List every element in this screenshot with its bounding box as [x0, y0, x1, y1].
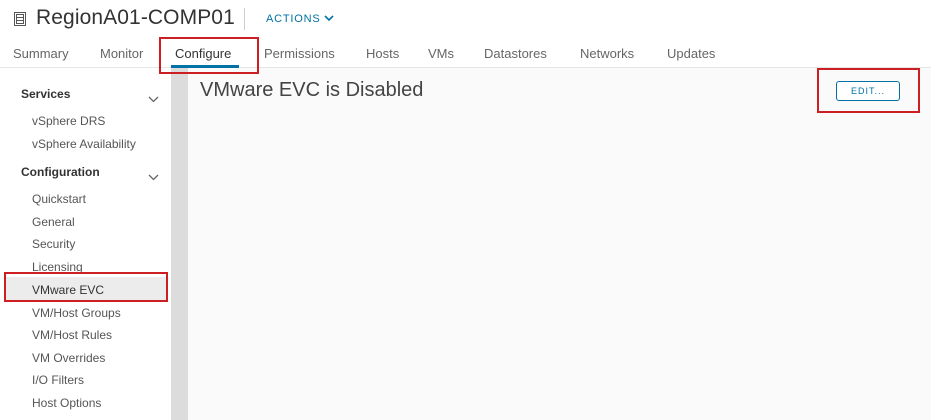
tab-bar: Summary Monitor Configure Permissions Ho… — [0, 40, 931, 68]
main-panel: VMware EVC is Disabled EDIT... — [188, 68, 931, 420]
chevron-down-icon[interactable] — [148, 168, 159, 181]
sidebar-section-services[interactable]: Services — [21, 87, 70, 101]
evc-status-heading: VMware EVC is Disabled — [200, 79, 424, 101]
sidebar-item-vsphere-availability[interactable]: vSphere Availability — [32, 137, 136, 151]
tab-networks[interactable]: Networks — [580, 46, 634, 61]
config-sidebar: Services vSphere DRS vSphere Availabilit… — [0, 68, 171, 420]
chevron-down-icon[interactable] — [148, 90, 159, 103]
tab-configure[interactable]: Configure — [175, 46, 231, 61]
sidebar-item-vm-host-groups[interactable]: VM/Host Groups — [32, 306, 121, 320]
sidebar-section-configuration[interactable]: Configuration — [21, 165, 100, 179]
sidebar-item-io-filters[interactable]: I/O Filters — [32, 373, 84, 387]
sidebar-item-licensing[interactable]: Licensing — [32, 260, 83, 274]
tab-hosts[interactable]: Hosts — [366, 46, 399, 61]
tab-monitor[interactable]: Monitor — [100, 46, 143, 61]
page-title: RegionA01-COMP01 — [36, 6, 235, 29]
sidebar-item-security[interactable]: Security — [32, 237, 75, 251]
cluster-icon — [14, 12, 26, 26]
tab-summary[interactable]: Summary — [13, 46, 69, 61]
chevron-down-icon — [323, 13, 334, 25]
sidebar-item-vmware-evc[interactable]: VMware EVC — [32, 283, 104, 297]
tab-datastores[interactable]: Datastores — [484, 46, 547, 61]
sidebar-scrollbar[interactable] — [171, 68, 188, 420]
tab-permissions[interactable]: Permissions — [264, 46, 335, 61]
actions-label: ACTIONS — [266, 13, 321, 25]
page-header: RegionA01-COMP01 ACTIONS — [0, 0, 931, 40]
sidebar-item-vm-overrides[interactable]: VM Overrides — [32, 351, 105, 365]
sidebar-item-general[interactable]: General — [32, 215, 75, 229]
tab-vms[interactable]: VMs — [428, 46, 454, 61]
sidebar-item-host-options[interactable]: Host Options — [32, 396, 101, 410]
sidebar-item-quickstart[interactable]: Quickstart — [32, 192, 86, 206]
actions-menu-button[interactable]: ACTIONS — [266, 13, 334, 25]
tab-updates[interactable]: Updates — [667, 46, 715, 61]
sidebar-item-vsphere-drs[interactable]: vSphere DRS — [32, 114, 105, 128]
title-divider — [244, 8, 245, 30]
edit-button[interactable]: EDIT... — [836, 81, 900, 101]
sidebar-item-vm-host-rules[interactable]: VM/Host Rules — [32, 328, 112, 342]
